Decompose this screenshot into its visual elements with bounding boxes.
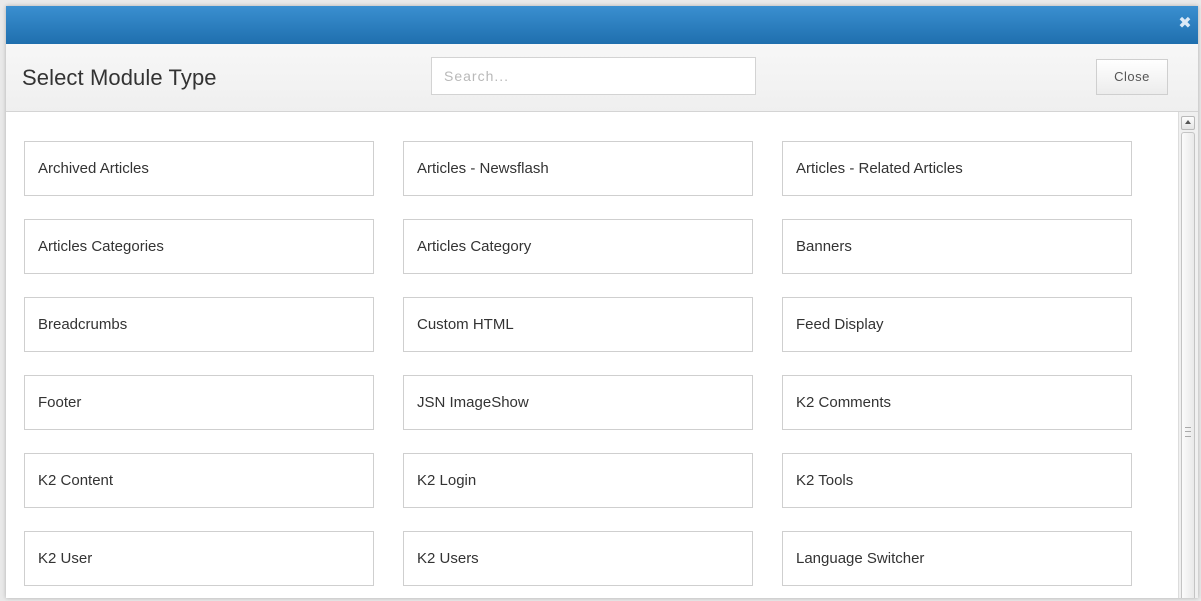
- module-item-k2-users[interactable]: K2 Users: [403, 531, 753, 586]
- module-item-k2-tools[interactable]: K2 Tools: [782, 453, 1132, 508]
- scroll-up-arrow-icon[interactable]: [1181, 116, 1195, 130]
- vertical-scrollbar[interactable]: [1178, 112, 1198, 598]
- module-item-feed-display[interactable]: Feed Display: [782, 297, 1132, 352]
- module-item-jsn-imageshow[interactable]: JSN ImageShow: [403, 375, 753, 430]
- scroll-grip-icon: [1185, 427, 1191, 437]
- close-icon[interactable]: ✖: [1176, 14, 1194, 32]
- module-item-language-switcher[interactable]: Language Switcher: [782, 531, 1132, 586]
- scrollbar-thumb[interactable]: [1181, 132, 1195, 598]
- dialog-titlebar: ✖: [6, 6, 1198, 44]
- dialog-header: Select Module Type Close: [6, 44, 1198, 112]
- module-grid: Archived Articles Articles - Newsflash A…: [24, 141, 1134, 586]
- dialog-title: Select Module Type: [22, 65, 217, 90]
- module-item-k2-comments[interactable]: K2 Comments: [782, 375, 1132, 430]
- module-item-articles-related-articles[interactable]: Articles - Related Articles: [782, 141, 1132, 196]
- module-item-articles-category[interactable]: Articles Category: [403, 219, 753, 274]
- module-item-archived-articles[interactable]: Archived Articles: [24, 141, 374, 196]
- module-item-custom-html[interactable]: Custom HTML: [403, 297, 753, 352]
- close-button[interactable]: Close: [1096, 59, 1168, 95]
- module-item-k2-content[interactable]: K2 Content: [24, 453, 374, 508]
- module-item-footer[interactable]: Footer: [24, 375, 374, 430]
- module-item-k2-user[interactable]: K2 User: [24, 531, 374, 586]
- module-item-breadcrumbs[interactable]: Breadcrumbs: [24, 297, 374, 352]
- select-module-dialog: ✖ Select Module Type Close Archived Arti…: [6, 6, 1198, 598]
- module-item-articles-newsflash[interactable]: Articles - Newsflash: [403, 141, 753, 196]
- module-item-banners[interactable]: Banners: [782, 219, 1132, 274]
- module-item-articles-categories[interactable]: Articles Categories: [24, 219, 374, 274]
- search-input[interactable]: [431, 57, 756, 95]
- module-item-k2-login[interactable]: K2 Login: [403, 453, 753, 508]
- module-list-area: Archived Articles Articles - Newsflash A…: [6, 112, 1198, 598]
